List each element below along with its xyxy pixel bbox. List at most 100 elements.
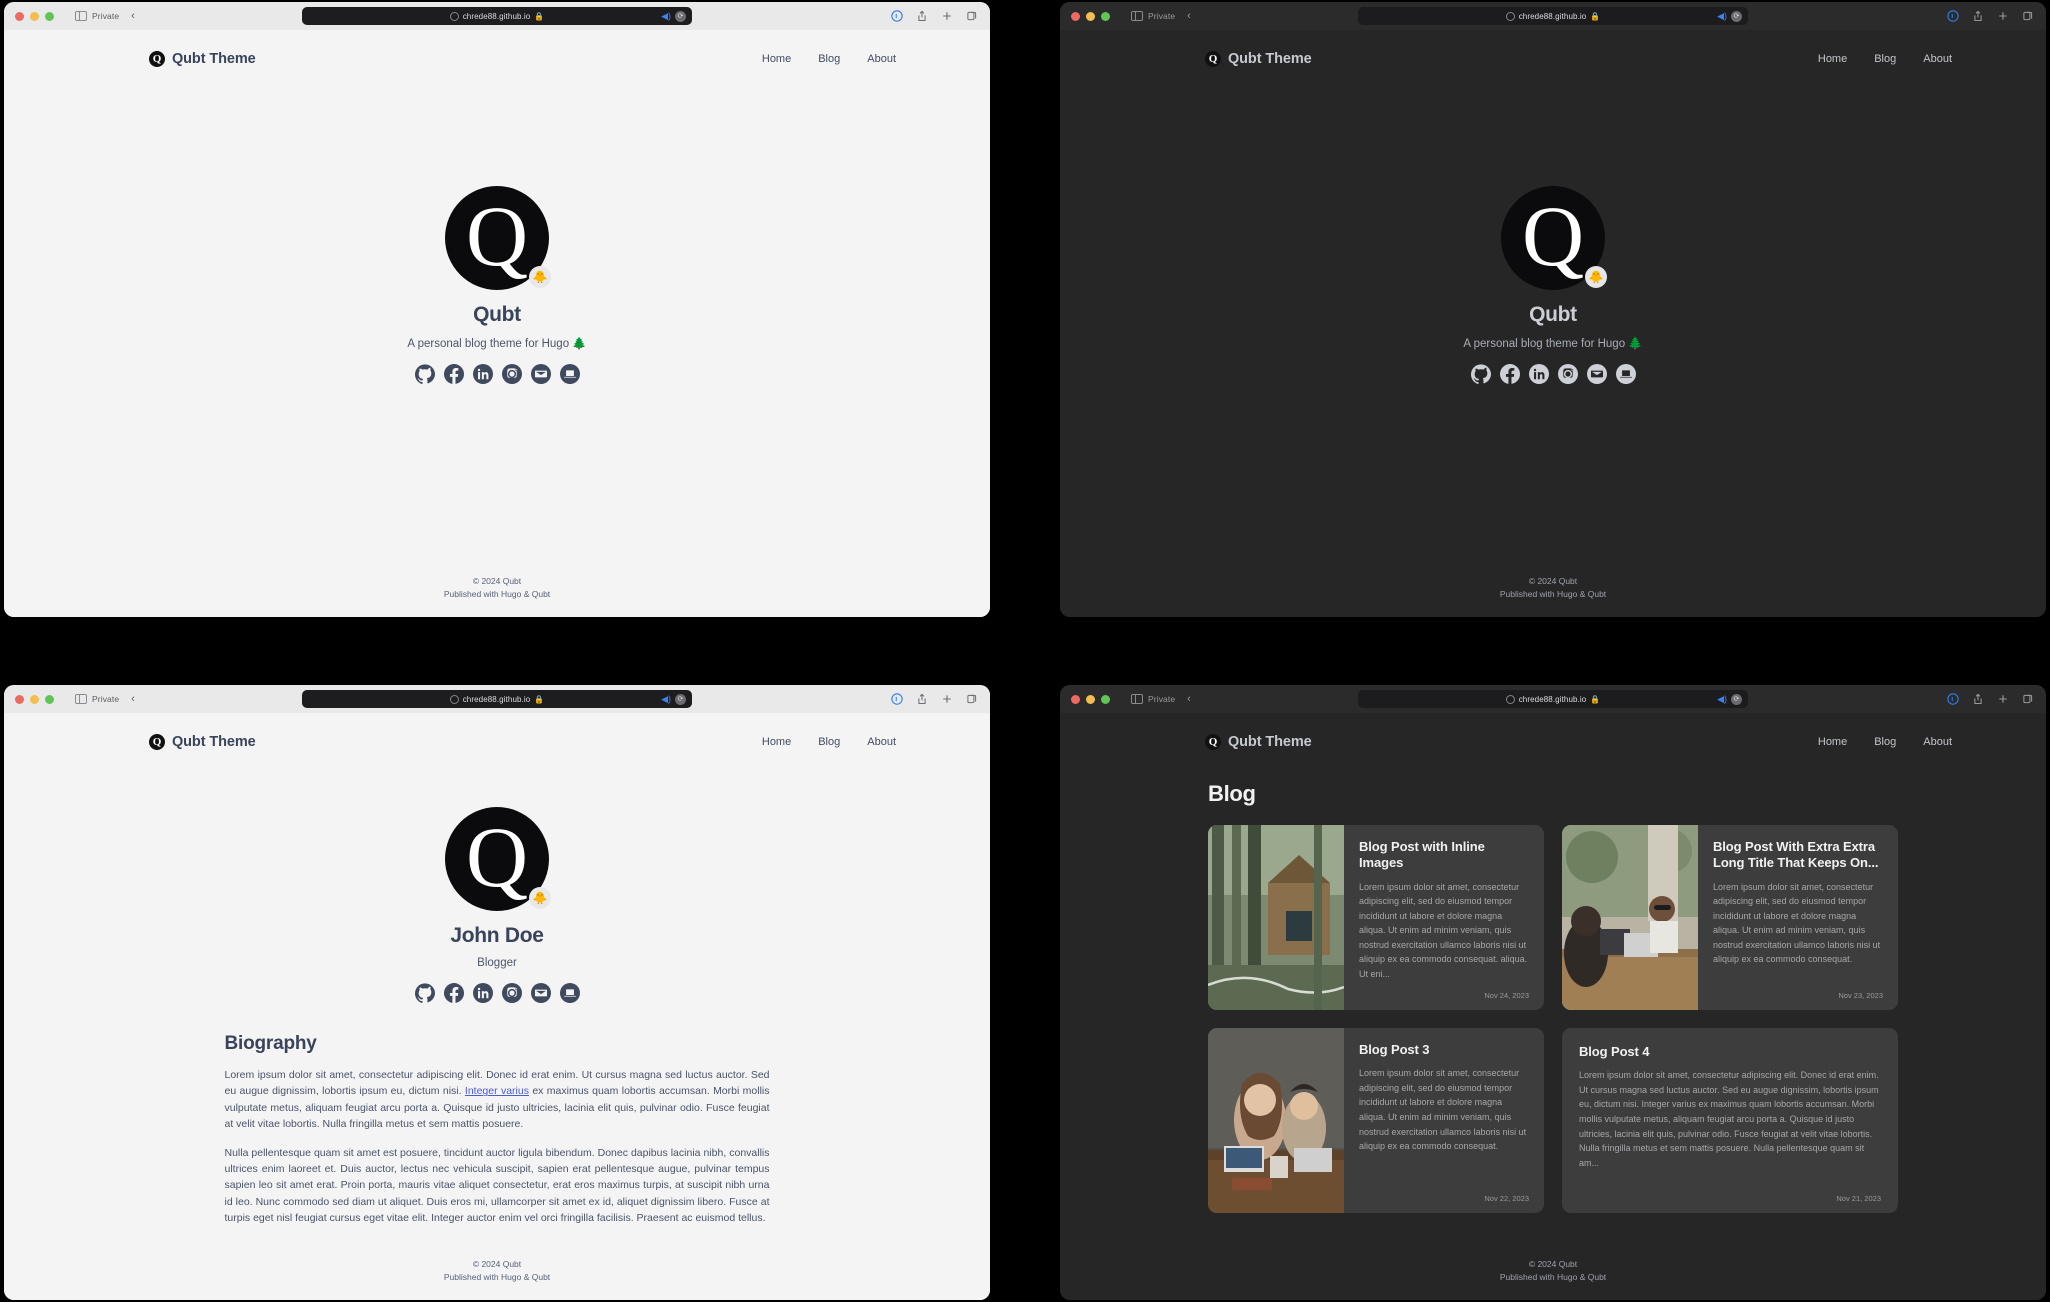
nav-item-blog[interactable]: Blog	[818, 736, 840, 748]
reload-icon[interactable]: ⟳	[675, 693, 686, 705]
instagram-icon[interactable]	[501, 364, 522, 384]
zoom-button[interactable]	[1101, 694, 1110, 704]
back-button[interactable]: ‹	[131, 10, 135, 22]
nav-item-about[interactable]: About	[867, 53, 896, 65]
close-button[interactable]	[15, 694, 24, 704]
reload-icon[interactable]: ⟳	[675, 10, 686, 22]
brand[interactable]: Q Qubt Theme	[149, 51, 256, 67]
reader-icon[interactable]	[891, 9, 903, 23]
nav-item-about[interactable]: About	[1923, 53, 1952, 65]
blog-card[interactable]: Blog Post With Extra Extra Long Title Th…	[1562, 825, 1898, 1010]
close-button[interactable]	[1071, 694, 1080, 704]
traffic-lights[interactable]	[1071, 694, 1110, 704]
sidebar-icon[interactable]	[75, 693, 87, 705]
nav-item-blog[interactable]: Blog	[818, 53, 840, 65]
minimize-button[interactable]	[30, 694, 39, 704]
address-bar[interactable]: chrede88.github.io 🔒 ◀) ⟳	[1358, 690, 1748, 708]
sidebar-icon[interactable]	[1131, 693, 1143, 705]
nav-item-home[interactable]: Home	[1818, 53, 1847, 65]
audio-icon[interactable]: ◀)	[661, 694, 671, 705]
laptop-icon[interactable]	[559, 983, 580, 1003]
linkedin-icon[interactable]	[472, 364, 493, 384]
new-tab-icon[interactable]	[941, 693, 953, 706]
hero-home: Q 🐥 Qubt A personal blog theme for Hugo …	[1060, 76, 2046, 575]
zoom-button[interactable]	[45, 11, 54, 21]
back-button[interactable]: ‹	[131, 693, 135, 705]
audio-icon[interactable]: ◀)	[1717, 694, 1727, 705]
blog-card[interactable]: Blog Post 4 Lorem ipsum dolor sit amet, …	[1562, 1028, 1898, 1213]
nav-item-home[interactable]: Home	[1818, 736, 1847, 748]
laptop-icon[interactable]	[1615, 364, 1636, 384]
nav-item-about[interactable]: About	[1923, 736, 1952, 748]
brand[interactable]: Q Qubt Theme	[149, 734, 256, 750]
back-button[interactable]: ‹	[1187, 10, 1191, 22]
github-icon[interactable]	[414, 364, 435, 384]
tab-overview-icon[interactable]	[2022, 693, 2034, 706]
facebook-icon[interactable]	[443, 364, 464, 384]
minimize-button[interactable]	[1086, 694, 1095, 704]
zoom-button[interactable]	[1101, 11, 1110, 21]
share-icon[interactable]	[916, 10, 928, 23]
share-icon[interactable]	[1972, 693, 1984, 706]
close-button[interactable]	[1071, 11, 1080, 21]
share-icon[interactable]	[916, 693, 928, 706]
close-button[interactable]	[15, 11, 24, 21]
reader-icon[interactable]	[1947, 9, 1959, 23]
sidebar-icon[interactable]	[1131, 10, 1143, 22]
zoom-button[interactable]	[45, 694, 54, 704]
post-title[interactable]: Blog Post 4	[1579, 1044, 1881, 1060]
new-tab-icon[interactable]	[941, 10, 953, 23]
tab-overview-icon[interactable]	[966, 10, 978, 23]
linkedin-icon[interactable]	[472, 983, 493, 1003]
new-tab-icon[interactable]	[1997, 693, 2009, 706]
github-icon[interactable]	[414, 983, 435, 1003]
traffic-lights[interactable]	[15, 11, 54, 21]
facebook-icon[interactable]	[443, 983, 464, 1003]
tab-overview-icon[interactable]	[2022, 10, 2034, 23]
audio-icon[interactable]: ◀)	[1717, 11, 1727, 22]
back-button[interactable]: ‹	[1187, 693, 1191, 705]
email-icon[interactable]	[530, 364, 551, 384]
post-title[interactable]: Blog Post With Extra Extra Long Title Th…	[1713, 839, 1883, 872]
brand[interactable]: Q Qubt Theme	[1205, 734, 1312, 750]
instagram-icon[interactable]	[1557, 364, 1578, 384]
traffic-lights[interactable]	[1071, 11, 1110, 21]
brand-name: Qubt Theme	[1228, 734, 1312, 750]
browser-chrome: Private ‹ chrede88.github.io 🔒 ◀) ⟳	[1060, 685, 2046, 713]
reload-icon[interactable]: ⟳	[1731, 10, 1742, 22]
nav-item-blog[interactable]: Blog	[1874, 736, 1896, 748]
instagram-icon[interactable]	[501, 983, 522, 1003]
post-title[interactable]: Blog Post with Inline Images	[1359, 839, 1529, 872]
reader-icon[interactable]	[1947, 692, 1959, 706]
minimize-button[interactable]	[30, 11, 39, 21]
email-icon[interactable]	[1586, 364, 1607, 384]
brand[interactable]: Q Qubt Theme	[1205, 51, 1312, 67]
traffic-lights[interactable]	[15, 694, 54, 704]
email-icon[interactable]	[530, 983, 551, 1003]
lock-icon: 🔒	[534, 694, 545, 704]
minimize-button[interactable]	[1086, 11, 1095, 21]
laptop-icon[interactable]	[559, 364, 580, 384]
address-bar[interactable]: chrede88.github.io 🔒 ◀) ⟳	[1358, 7, 1748, 25]
bio-inline-link[interactable]: Integer varius	[465, 1085, 529, 1097]
footer-copyright: © 2024 Qubt	[1528, 1258, 1578, 1269]
facebook-icon[interactable]	[1499, 364, 1520, 384]
nav-item-home[interactable]: Home	[762, 53, 791, 65]
post-title[interactable]: Blog Post 3	[1359, 1042, 1529, 1058]
audio-icon[interactable]: ◀)	[661, 11, 671, 22]
reader-icon[interactable]	[891, 692, 903, 706]
blog-card[interactable]: Blog Post with Inline Images Lorem ipsum…	[1208, 825, 1544, 1010]
linkedin-icon[interactable]	[1528, 364, 1549, 384]
address-bar[interactable]: chrede88.github.io 🔒 ◀) ⟳	[302, 7, 692, 25]
nav-item-about[interactable]: About	[867, 736, 896, 748]
new-tab-icon[interactable]	[1997, 10, 2009, 23]
github-icon[interactable]	[1470, 364, 1491, 384]
reload-icon[interactable]: ⟳	[1731, 693, 1742, 705]
share-icon[interactable]	[1972, 10, 1984, 23]
blog-card[interactable]: Blog Post 3 Lorem ipsum dolor sit amet, …	[1208, 1028, 1544, 1213]
tab-overview-icon[interactable]	[966, 693, 978, 706]
sidebar-icon[interactable]	[75, 10, 87, 22]
nav-item-home[interactable]: Home	[762, 736, 791, 748]
nav-item-blog[interactable]: Blog	[1874, 53, 1896, 65]
address-bar[interactable]: chrede88.github.io 🔒 ◀) ⟳	[302, 690, 692, 708]
